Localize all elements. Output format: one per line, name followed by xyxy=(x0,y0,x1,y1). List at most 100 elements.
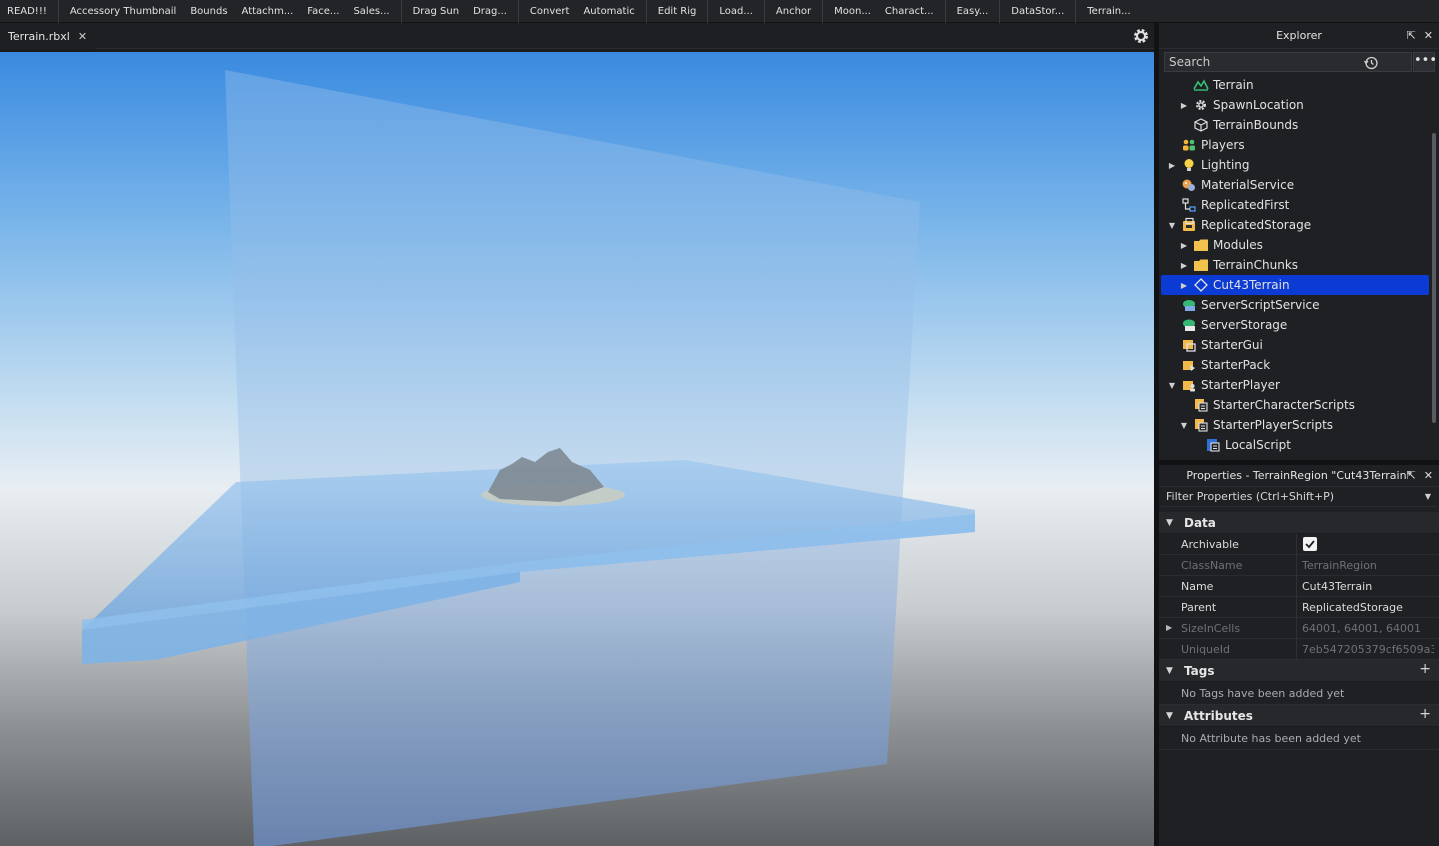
toolbar-button[interactable]: READ!!! xyxy=(0,0,54,23)
tree-item-materialservice[interactable]: MaterialService xyxy=(1159,175,1429,195)
tree-item-terrainbounds[interactable]: TerrainBounds xyxy=(1159,115,1429,135)
property-name: UniqueId xyxy=(1181,643,1231,656)
tree-item-startergui[interactable]: StarterGui xyxy=(1159,335,1429,355)
tree-item-startercharacterscripts[interactable]: StarterCharacterScripts xyxy=(1159,395,1429,415)
tree-item-localscript[interactable]: LocalScript xyxy=(1159,435,1429,455)
terrain-icon xyxy=(1193,79,1209,91)
document-tab-bar: Terrain.rbxl ✕ xyxy=(0,23,1154,49)
chevron-right-icon[interactable]: ▶ xyxy=(1179,281,1189,290)
toolbar-button[interactable]: Easy... xyxy=(950,0,996,23)
chevron-right-icon[interactable]: ▶ xyxy=(1166,623,1172,632)
chevron-down-icon[interactable]: ▼ xyxy=(1166,666,1173,676)
toolbar-button[interactable]: Charact... xyxy=(878,0,941,23)
chevron-right-icon[interactable]: ▶ xyxy=(1179,241,1189,250)
tree-item-modules[interactable]: ▶ Modules xyxy=(1159,235,1429,255)
close-icon[interactable]: ✕ xyxy=(1424,29,1433,42)
toolbar-separator xyxy=(822,0,824,23)
chevron-right-icon[interactable]: ▶ xyxy=(1179,101,1189,110)
plugin-toolbar: READ!!! Accessory Thumbnail Bounds Attachm.… xyxy=(0,0,1439,23)
toolbar-button[interactable]: Drag... xyxy=(466,0,514,23)
section-tags[interactable]: ▼ Tags + xyxy=(1159,660,1439,682)
starter-scripts-icon xyxy=(1195,399,1208,412)
section-attributes[interactable]: ▼ Attributes + xyxy=(1159,705,1439,727)
property-row-archivable[interactable]: Archivable xyxy=(1159,534,1439,555)
close-icon[interactable]: ✕ xyxy=(78,30,87,43)
chevron-down-icon[interactable]: ▼ xyxy=(1167,221,1177,230)
tree-item-terrainchunks[interactable]: ▶ TerrainChunks xyxy=(1159,255,1429,275)
chevron-right-icon[interactable]: ▶ xyxy=(1179,261,1189,270)
starter-player-icon xyxy=(1183,381,1195,392)
tab-terrain-rbxl[interactable]: Terrain.rbxl ✕ xyxy=(0,23,96,49)
property-row-name[interactable]: Name Cut43Terrain xyxy=(1159,576,1439,597)
tree-item-players[interactable]: Players xyxy=(1159,135,1429,155)
property-name: Archivable xyxy=(1181,538,1239,551)
tree-item-label: StarterPlayerScripts xyxy=(1213,418,1334,432)
toolbar-button[interactable]: Attachm... xyxy=(235,0,301,23)
undock-icon[interactable]: ⇱ xyxy=(1407,29,1416,42)
tree-item-starterplayerscripts[interactable]: ▼ StarterPlayerScripts xyxy=(1159,415,1429,435)
search-input[interactable] xyxy=(1169,55,1379,69)
tree-item-lighting[interactable]: ▶ Lighting xyxy=(1159,155,1429,175)
add-tag-icon[interactable]: + xyxy=(1419,661,1431,677)
chevron-down-icon[interactable]: ▼ xyxy=(1167,381,1177,390)
property-row-classname[interactable]: ClassName TerrainRegion xyxy=(1159,555,1439,576)
toolbar-button[interactable]: Sales... xyxy=(346,0,396,23)
section-data[interactable]: ▼ Data xyxy=(1159,512,1439,534)
3d-viewport[interactable] xyxy=(0,52,1154,846)
toolbar-button[interactable]: Bounds xyxy=(183,0,234,23)
chevron-down-icon[interactable]: ▼ xyxy=(1179,421,1189,430)
undock-icon[interactable]: ⇱ xyxy=(1407,469,1416,482)
tags-empty-note: No Tags have been added yet xyxy=(1159,682,1439,705)
tree-item-starterpack[interactable]: StarterPack xyxy=(1159,355,1429,375)
chevron-down-icon[interactable]: ▼ xyxy=(1166,711,1173,721)
more-options-button[interactable]: ••• xyxy=(1413,52,1437,72)
toolbar-button[interactable]: Drag Sun xyxy=(406,0,467,23)
toolbar-button[interactable]: Anchor xyxy=(769,0,818,23)
replicated-storage-icon xyxy=(1183,217,1195,231)
toolbar-button[interactable]: Accessory Thumbnail xyxy=(63,0,183,23)
chevron-down-icon[interactable]: ▼ xyxy=(1166,518,1173,528)
gear-icon[interactable] xyxy=(1132,27,1150,45)
tree-item-replicatedstorage[interactable]: ▼ ReplicatedStorage xyxy=(1159,215,1429,235)
archivable-checkbox[interactable] xyxy=(1303,537,1317,551)
material-service-icon xyxy=(1182,179,1195,191)
add-attribute-icon[interactable]: + xyxy=(1419,706,1431,722)
toolbar-separator xyxy=(400,0,402,23)
chevron-down-icon[interactable]: ▼ xyxy=(1425,492,1431,501)
history-icon[interactable] xyxy=(1363,55,1379,71)
property-row-uniqueid[interactable]: UniqueId 7eb547205379cf6509a3... xyxy=(1159,639,1439,660)
toolbar-button[interactable]: DataStor... xyxy=(1004,0,1071,23)
tree-item-label: TerrainChunks xyxy=(1213,258,1299,272)
tree-item-cut43terrain[interactable]: ▶ Cut43Terrain xyxy=(1161,275,1429,295)
property-value[interactable]: ReplicatedStorage xyxy=(1302,601,1434,614)
toolbar-button[interactable]: Convert xyxy=(523,0,577,23)
property-row-parent[interactable]: Parent ReplicatedStorage xyxy=(1159,597,1439,618)
tree-item-serverscriptservice[interactable]: ServerScriptService xyxy=(1159,295,1429,315)
tree-item-label: ServerScriptService xyxy=(1201,298,1320,312)
section-label: Data xyxy=(1184,515,1216,530)
chevron-right-icon[interactable]: ▶ xyxy=(1167,161,1177,170)
folder-icon xyxy=(1194,259,1208,271)
tree-item-starterplayer[interactable]: ▼ StarterPlayer xyxy=(1159,375,1429,395)
close-icon[interactable]: ✕ xyxy=(1424,469,1433,482)
toolbar-button[interactable]: Load... xyxy=(712,0,760,23)
tree-item-serverstorage[interactable]: ServerStorage xyxy=(1159,315,1429,335)
tree-item-label: Modules xyxy=(1213,238,1263,252)
toolbar-button[interactable]: Moon... xyxy=(827,0,878,23)
toolbar-button[interactable]: Edit Rig xyxy=(651,0,704,23)
filter-properties-input[interactable]: Filter Properties (Ctrl+Shift+P) ▼ xyxy=(1161,487,1437,507)
tree-item-label: Players xyxy=(1201,138,1245,152)
tree-item-spawnlocation[interactable]: ▶ SpawnLocation xyxy=(1159,95,1429,115)
toolbar-button[interactable]: Face... xyxy=(300,0,346,23)
explorer-scrollbar[interactable] xyxy=(1432,133,1436,423)
spawn-location-icon xyxy=(1196,100,1206,110)
property-value[interactable]: Cut43Terrain xyxy=(1302,580,1434,593)
toolbar-button[interactable]: Terrain... xyxy=(1080,0,1137,23)
explorer-panel: Explorer ⇱ ✕ ••• Terrain▶SpawnLocationTe… xyxy=(1159,23,1439,460)
property-row-sizeincells[interactable]: ▶ SizeInCells 64001, 64001, 64001 xyxy=(1159,618,1439,639)
tree-item-label: ReplicatedFirst xyxy=(1201,198,1290,212)
tree-item-terrain[interactable]: Terrain xyxy=(1159,75,1429,95)
toolbar-button[interactable]: Automatic xyxy=(576,0,641,23)
tree-item-label: Lighting xyxy=(1201,158,1250,172)
tree-item-replicatedfirst[interactable]: ReplicatedFirst xyxy=(1159,195,1429,215)
